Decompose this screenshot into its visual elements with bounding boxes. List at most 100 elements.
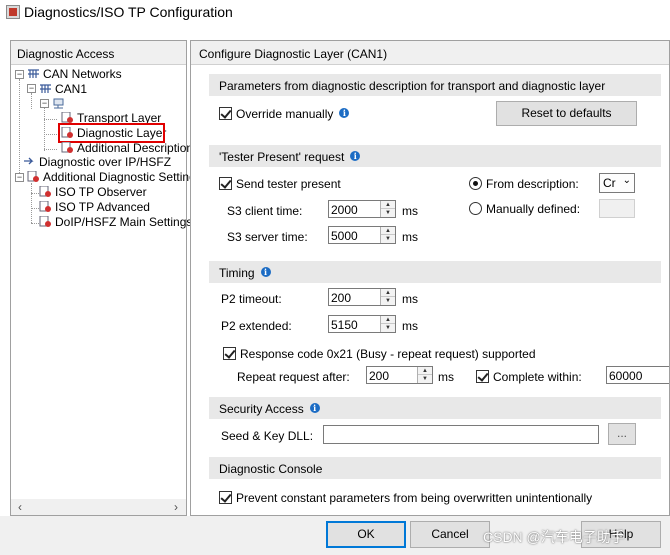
s3-client-stepper[interactable]: 2000 ▲ ▼ [328,200,396,218]
send-tester-present-checkbox[interactable] [219,177,232,190]
section-header-timing: Timing i [209,261,661,283]
stepper-buttons: ▲ ▼ [380,201,395,217]
network-icon [27,68,40,79]
complete-within-label: Complete within: [493,370,582,384]
increment-icon[interactable]: ▲ [381,227,395,235]
tree-line [31,183,32,223]
document-icon [27,170,40,182]
section-title: Parameters from diagnostic description f… [219,79,606,93]
s3-server-value: 5000 [331,229,358,243]
window-title: Diagnostics/ISO TP Configuration [24,4,233,20]
document-icon [39,185,52,197]
complete-within-value: 60000 [609,369,643,383]
document-icon [61,141,74,153]
increment-icon[interactable]: ▲ [381,316,395,324]
ok-button[interactable]: OK [326,521,406,548]
response-code-checkbox[interactable] [223,347,236,360]
unit-label: ms [402,204,418,218]
tree-item-doip-main-settings[interactable]: DoIP/HSFZ Main Settings [39,215,192,230]
decrement-icon[interactable]: ▼ [381,324,395,332]
section-header-parameters: Parameters from diagnostic description f… [209,74,661,96]
info-icon[interactable]: i [260,267,271,277]
decrement-icon[interactable]: ▼ [418,375,432,383]
cancel-button[interactable]: Cancel [410,521,490,548]
tree-line [31,93,32,109]
watermark: CSDN @汽车电子助手 [483,529,625,545]
decrement-icon[interactable]: ▼ [381,209,395,217]
info-icon[interactable]: i [309,403,320,413]
from-description-label: From description: [486,177,579,191]
manually-defined-label: Manually defined: [486,202,581,216]
expand-toggle-can-networks[interactable]: − [15,70,24,79]
s3-client-label: S3 client time: [227,204,303,218]
increment-icon[interactable]: ▲ [381,289,395,297]
repeat-request-stepper[interactable]: 200 ▲ ▼ [366,366,433,384]
title-bar: Diagnostics/ISO TP Configuration [0,0,670,26]
tree-label: ISO TP Advanced [55,200,150,214]
tree-line [19,79,20,177]
document-icon [39,200,52,212]
tree-label: ISO TP Observer [55,185,147,199]
tree-line [44,134,57,135]
p2-timeout-stepper[interactable]: 200 ▲ ▼ [328,288,396,306]
tree-label: Additional Diagnostic Settings [43,170,202,184]
decrement-icon[interactable]: ▼ [381,297,395,305]
browse-button[interactable]: ... [608,423,636,445]
p2-extended-label: P2 extended: [221,319,292,333]
p2-extended-stepper[interactable]: 5150 ▲ ▼ [328,315,396,333]
info-icon[interactable]: i [350,151,361,161]
section-header-security: Security Access i [209,397,661,419]
complete-within-checkbox[interactable] [476,370,489,383]
reset-to-defaults-button[interactable]: Reset to defaults [496,101,637,126]
stepper-buttons: ▲ ▼ [380,316,395,332]
decrement-icon[interactable]: ▼ [381,235,395,243]
stepper-buttons: ▲ ▼ [417,367,432,383]
section-title: 'Tester Present' request [219,150,345,164]
prevent-overwrite-checkbox[interactable] [219,491,232,504]
tree-item-node[interactable] [52,97,68,112]
tree-label: CAN1 [55,82,88,96]
horizontal-scrollbar[interactable]: ‹ › [11,499,186,515]
stepper-buttons: ▲ ▼ [380,227,395,243]
manually-defined-radio[interactable] [469,202,482,215]
tree-item-additional-descriptions[interactable]: Additional Descriptions [61,141,199,156]
repeat-request-value: 200 [369,369,390,383]
selection-highlight [58,123,165,143]
increment-icon[interactable]: ▲ [418,367,432,375]
tree-item-additional-settings[interactable]: Additional Diagnostic Settings [27,170,202,185]
override-manually-checkbox[interactable] [219,107,232,120]
tree-line [44,149,57,150]
complete-within-stepper[interactable]: 60000 [606,366,669,384]
expand-toggle-node[interactable]: − [40,99,49,108]
from-description-dropdown[interactable]: Cr ⌄ [599,173,635,193]
prevent-overwrite-label: Prevent constant parameters from being o… [236,491,593,505]
info-icon[interactable]: i [339,108,350,118]
tree-item-iso-tp-advanced[interactable]: ISO TP Advanced [39,200,150,215]
expand-toggle-additional-settings[interactable]: − [15,173,24,182]
tree-item-iso-tp-observer[interactable]: ISO TP Observer [39,185,147,200]
s3-server-stepper[interactable]: 5000 ▲ ▼ [328,226,396,244]
network-icon [39,83,52,94]
unit-label: ms [402,292,418,306]
tree-label: Additional Descriptions [77,141,200,155]
p2-timeout-value: 200 [331,291,352,305]
increment-icon[interactable]: ▲ [381,201,395,209]
from-description-radio[interactable] [469,177,482,190]
document-icon [39,215,52,227]
unit-label: ms [438,370,454,384]
tree-item-diagnostic-over-ip[interactable]: Diagnostic over IP/HSFZ [23,155,171,170]
seed-key-label: Seed & Key DLL: [221,429,314,443]
override-manually-label: Override manually i [236,107,350,121]
expand-toggle-can1[interactable]: − [27,84,36,93]
tree-label: CAN Networks [43,67,122,81]
dropdown-value: Cr [603,176,616,190]
scroll-right-icon[interactable]: › [169,500,183,514]
tree-item-can-networks[interactable]: CAN Networks [27,67,122,82]
stepper-buttons: ▲ ▼ [380,289,395,305]
section-title: Security Access [219,402,304,416]
seed-key-dll-input[interactable] [323,425,599,444]
tree-item-can1[interactable]: CAN1 [39,82,87,97]
scroll-left-icon[interactable]: ‹ [13,500,27,514]
manually-defined-input[interactable] [599,199,635,218]
send-tester-present-label: Send tester present [236,177,341,191]
